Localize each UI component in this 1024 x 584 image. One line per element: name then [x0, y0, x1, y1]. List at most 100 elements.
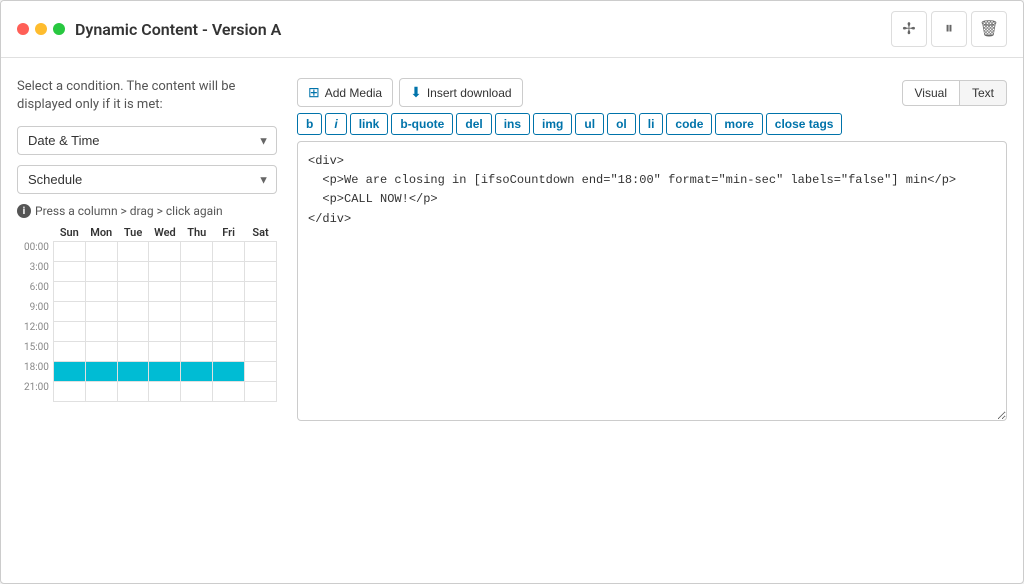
cell-sat-0900[interactable]: [245, 302, 277, 322]
cell-mon-0900[interactable]: [85, 302, 117, 322]
left-panel: Select a condition. The content will be …: [17, 78, 277, 425]
cell-tue-1200[interactable]: [117, 322, 149, 342]
cell-tue-2100[interactable]: [117, 382, 149, 402]
cell-fri-0600[interactable]: [213, 282, 245, 302]
insert-download-button[interactable]: ⬇ Insert download: [399, 78, 522, 107]
time-label-0300: 3:00: [17, 262, 53, 282]
col-sun: Sun: [53, 224, 85, 242]
time-row-0600[interactable]: 6:00: [17, 282, 277, 302]
cell-fri-2100[interactable]: [213, 382, 245, 402]
cell-sun-1800[interactable]: [53, 362, 85, 382]
cell-fri-0000[interactable]: [213, 242, 245, 262]
cell-mon-0300[interactable]: [85, 262, 117, 282]
fmt-bquote[interactable]: b-quote: [391, 113, 453, 135]
cell-sat-0300[interactable]: [245, 262, 277, 282]
cell-mon-0600[interactable]: [85, 282, 117, 302]
cell-sun-0300[interactable]: [53, 262, 85, 282]
cell-thu-0900[interactable]: [181, 302, 213, 322]
cell-wed-1800[interactable]: [149, 362, 181, 382]
cell-fri-0300[interactable]: [213, 262, 245, 282]
fmt-ins[interactable]: ins: [495, 113, 530, 135]
add-media-button[interactable]: ⊞ Add Media: [297, 78, 393, 107]
fmt-code[interactable]: code: [666, 113, 712, 135]
format-bar: b i link b-quote del ins img ul ol li co…: [297, 113, 1007, 135]
fmt-close-tags[interactable]: close tags: [766, 113, 843, 135]
fmt-img[interactable]: img: [533, 113, 572, 135]
cell-fri-1500[interactable]: [213, 342, 245, 362]
add-media-label: Add Media: [325, 86, 382, 100]
cell-thu-0600[interactable]: [181, 282, 213, 302]
cell-wed-1200[interactable]: [149, 322, 181, 342]
cell-sat-1800[interactable]: [245, 362, 277, 382]
fmt-del[interactable]: del: [456, 113, 491, 135]
cell-mon-1500[interactable]: [85, 342, 117, 362]
time-label-0900: 9:00: [17, 302, 53, 322]
date-time-select[interactable]: Date & Time Day of Week Time of Day Cust…: [17, 126, 277, 155]
cell-tue-1500[interactable]: [117, 342, 149, 362]
fmt-ol[interactable]: ol: [607, 113, 636, 135]
main-window: Dynamic Content - Version A ✢ ⏸ 🗑 Select…: [0, 0, 1024, 584]
cell-mon-1200[interactable]: [85, 322, 117, 342]
fmt-italic[interactable]: i: [325, 113, 346, 135]
cell-thu-0300[interactable]: [181, 262, 213, 282]
cell-tue-0300[interactable]: [117, 262, 149, 282]
move-button[interactable]: ✢: [891, 11, 927, 47]
cell-sun-0600[interactable]: [53, 282, 85, 302]
cell-wed-0300[interactable]: [149, 262, 181, 282]
fmt-link[interactable]: link: [350, 113, 389, 135]
time-row-0300[interactable]: 3:00: [17, 262, 277, 282]
cell-sat-0600[interactable]: [245, 282, 277, 302]
time-row-2100[interactable]: 21:00: [17, 382, 277, 402]
cell-fri-1200[interactable]: [213, 322, 245, 342]
visual-view-button[interactable]: Visual: [902, 80, 960, 106]
delete-button[interactable]: 🗑: [971, 11, 1007, 47]
cell-sat-1200[interactable]: [245, 322, 277, 342]
cell-wed-2100[interactable]: [149, 382, 181, 402]
fmt-li[interactable]: li: [639, 113, 664, 135]
cell-tue-0000[interactable]: [117, 242, 149, 262]
pause-button[interactable]: ⏸: [931, 11, 967, 47]
cell-sun-2100[interactable]: [53, 382, 85, 402]
cell-thu-1800[interactable]: [181, 362, 213, 382]
cell-thu-1500[interactable]: [181, 342, 213, 362]
cell-thu-2100[interactable]: [181, 382, 213, 402]
cell-wed-0900[interactable]: [149, 302, 181, 322]
cell-wed-1500[interactable]: [149, 342, 181, 362]
cell-sun-1200[interactable]: [53, 322, 85, 342]
schedule-calendar: Sun Mon Tue Wed Thu Fri Sat 00:00: [17, 224, 277, 402]
time-label-1200: 12:00: [17, 322, 53, 342]
pause-icon: ⏸: [945, 20, 953, 38]
traffic-light-green: [53, 23, 65, 35]
cell-thu-1200[interactable]: [181, 322, 213, 342]
cell-sat-0000[interactable]: [245, 242, 277, 262]
cell-wed-0000[interactable]: [149, 242, 181, 262]
time-row-0900[interactable]: 9:00: [17, 302, 277, 322]
fmt-bold[interactable]: b: [297, 113, 322, 135]
time-row-1800[interactable]: 18:00: [17, 362, 277, 382]
cell-fri-1800[interactable]: [213, 362, 245, 382]
cell-mon-0000[interactable]: [85, 242, 117, 262]
cell-thu-0000[interactable]: [181, 242, 213, 262]
time-row-1500[interactable]: 15:00: [17, 342, 277, 362]
cell-fri-0900[interactable]: [213, 302, 245, 322]
title-bar-left: Dynamic Content - Version A: [17, 20, 281, 39]
cell-mon-2100[interactable]: [85, 382, 117, 402]
cell-sun-0900[interactable]: [53, 302, 85, 322]
cell-tue-0900[interactable]: [117, 302, 149, 322]
cell-sat-1500[interactable]: [245, 342, 277, 362]
cell-sat-2100[interactable]: [245, 382, 277, 402]
fmt-ul[interactable]: ul: [575, 113, 604, 135]
time-row-1200[interactable]: 12:00: [17, 322, 277, 342]
cell-mon-1800[interactable]: [85, 362, 117, 382]
time-label-2100: 21:00: [17, 382, 53, 402]
text-view-button[interactable]: Text: [960, 80, 1007, 106]
cell-sun-1500[interactable]: [53, 342, 85, 362]
cell-tue-0600[interactable]: [117, 282, 149, 302]
time-row-0000[interactable]: 00:00: [17, 242, 277, 262]
cell-sun-0000[interactable]: [53, 242, 85, 262]
code-editor[interactable]: <div> <p>We are closing in [ifsoCountdow…: [297, 141, 1007, 421]
schedule-select[interactable]: Schedule Fixed Date Recurring: [17, 165, 277, 194]
cell-wed-0600[interactable]: [149, 282, 181, 302]
fmt-more[interactable]: more: [715, 113, 762, 135]
cell-tue-1800[interactable]: [117, 362, 149, 382]
